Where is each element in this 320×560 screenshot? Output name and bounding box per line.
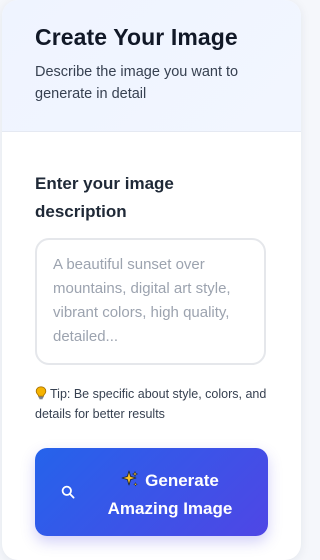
description-label: Enter your image description (35, 174, 174, 221)
generate-button-text: Generate Amazing Image (95, 467, 245, 523)
generate-image-button[interactable]: Generate Amazing Image (35, 448, 268, 536)
search-icon (61, 485, 75, 499)
card-body: Enter your image description Tip: Be spe… (2, 170, 301, 536)
description-textarea[interactable] (35, 238, 266, 365)
tip-label: Tip: Be specific about style, colors, an… (35, 387, 267, 421)
page-title: Create Your Image (35, 24, 238, 50)
card-header: Create Your Image Describe the image you… (2, 0, 301, 132)
tip-text: Tip: Be specific about style, colors, an… (35, 384, 275, 424)
page-subtitle: Describe the image you want to generate … (35, 64, 239, 102)
image-generator-card: Create Your Image Describe the image you… (2, 0, 301, 560)
sparkle-icon (121, 470, 138, 487)
lightbulb-icon (35, 386, 47, 400)
